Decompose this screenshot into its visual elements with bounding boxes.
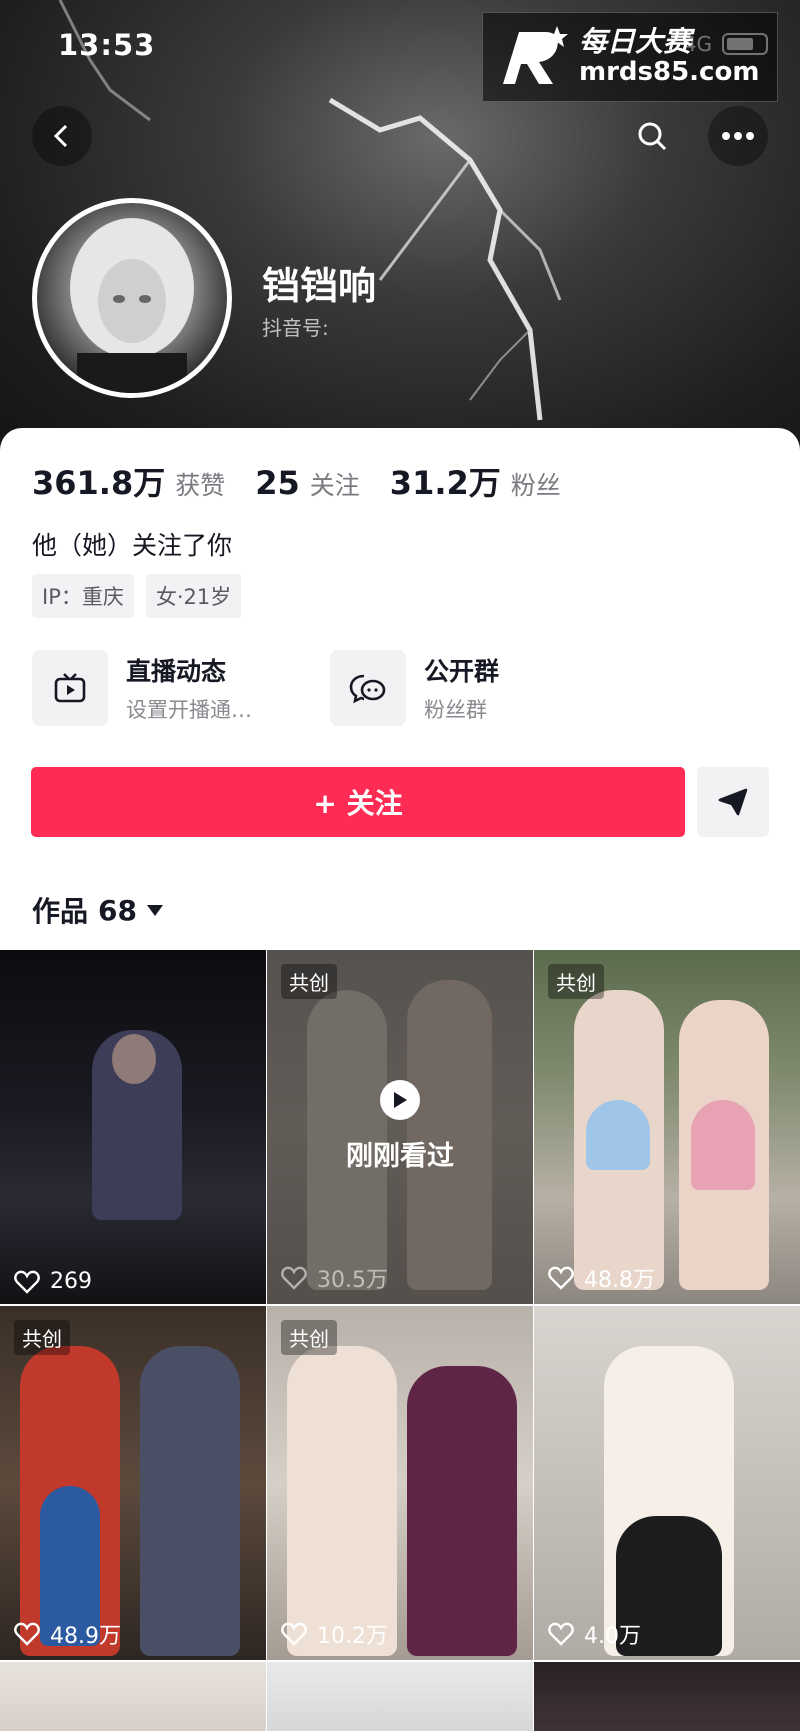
- stat-value: 25: [255, 464, 300, 502]
- more-dots-icon: [722, 132, 754, 140]
- gender-age-tag: 女·21岁: [145, 574, 242, 618]
- video-tile[interactable]: [267, 1662, 533, 1731]
- like-count: 30.5万: [281, 1262, 388, 1294]
- shortcut-title: 公开群: [424, 657, 500, 686]
- more-button[interactable]: [708, 106, 768, 166]
- douyin-id[interactable]: 抖音号:: [262, 312, 329, 341]
- like-count: 10.2万: [281, 1618, 388, 1650]
- profile-card: 361.8万 获赞 25 关注 31.2万 粉丝 他（她）关注了你 IP：重庆 …: [0, 428, 800, 1731]
- stat-value: 361.8万: [32, 464, 166, 502]
- caret-down-icon: [146, 904, 163, 916]
- like-count: 48.8万: [548, 1262, 655, 1294]
- ip-tag: IP：重庆: [32, 574, 134, 618]
- recently-viewed-label: 刚刚看过: [346, 1141, 454, 1172]
- profile-tags: IP：重庆 女·21岁: [32, 574, 242, 618]
- heart-icon: [548, 1622, 574, 1646]
- stat-label: 关注: [309, 471, 360, 500]
- heart-icon: [281, 1622, 307, 1646]
- profile-page: 13:53 4G 每日大赛 mrds85.com: [0, 0, 800, 1731]
- heart-icon: [14, 1270, 40, 1294]
- stat-likes[interactable]: 361.8万 获赞: [32, 458, 225, 504]
- recently-viewed-overlay: 刚刚看过: [267, 1080, 533, 1173]
- nickname: 铛铛响: [262, 264, 377, 308]
- watermark-logo: [495, 22, 573, 92]
- like-value: 30.5万: [317, 1268, 388, 1293]
- search-button[interactable]: [622, 106, 682, 166]
- follow-button[interactable]: + 关注: [31, 767, 685, 837]
- like-count: 269: [14, 1269, 92, 1294]
- follows-you-note: 他（她）关注了你: [32, 531, 233, 560]
- co-create-badge: 共创: [281, 1320, 337, 1355]
- share-button[interactable]: [697, 767, 769, 837]
- watermark-url: mrds85.com: [579, 57, 760, 88]
- co-create-badge: 共创: [281, 964, 337, 999]
- shortcut-subtitle: 设置开播通…: [126, 698, 252, 722]
- stat-label: 粉丝: [510, 471, 561, 500]
- profile-shortcuts: 直播动态 设置开播通… 公开群 粉丝群: [32, 650, 628, 726]
- stat-following[interactable]: 25 关注: [255, 464, 360, 502]
- video-tile[interactable]: 共创 刚刚看过 30.5万: [267, 950, 533, 1304]
- works-label: 作品: [32, 895, 89, 928]
- back-button[interactable]: [32, 106, 92, 166]
- tv-icon: [32, 650, 108, 726]
- video-tile[interactable]: 共创 48.9万: [0, 1306, 266, 1660]
- video-tile[interactable]: [534, 1662, 800, 1731]
- video-tile[interactable]: 共创 10.2万: [267, 1306, 533, 1660]
- avatar[interactable]: [32, 198, 232, 398]
- works-tab[interactable]: 作品 68: [32, 890, 163, 930]
- profile-stats: 361.8万 获赞 25 关注 31.2万 粉丝: [32, 458, 591, 504]
- shortcut-title: 直播动态: [126, 657, 227, 686]
- works-count: 68: [98, 893, 137, 927]
- like-value: 4.0万: [584, 1624, 641, 1649]
- stat-value: 31.2万: [389, 464, 501, 502]
- stat-followers[interactable]: 31.2万 粉丝: [390, 458, 561, 504]
- like-value: 269: [50, 1269, 92, 1294]
- video-tile[interactable]: 共创 48.8万: [534, 950, 800, 1304]
- video-tile[interactable]: 4.0万: [534, 1306, 800, 1660]
- live-updates-shortcut[interactable]: 直播动态 设置开播通…: [32, 650, 330, 726]
- status-time: 13:53: [58, 28, 156, 62]
- heart-icon: [548, 1266, 574, 1290]
- stat-label: 获赞: [175, 471, 226, 500]
- chevron-left-icon: [53, 124, 68, 148]
- watermark: 每日大赛 mrds85.com: [482, 12, 778, 102]
- like-count: 48.9万: [14, 1618, 121, 1650]
- shortcut-subtitle: 粉丝群: [424, 698, 487, 722]
- like-count: 4.0万: [548, 1618, 641, 1650]
- public-group-shortcut[interactable]: 公开群 粉丝群: [330, 650, 628, 726]
- co-create-badge: 共创: [548, 964, 604, 999]
- video-tile[interactable]: [0, 1662, 266, 1731]
- heart-icon: [14, 1622, 40, 1646]
- like-value: 10.2万: [317, 1624, 388, 1649]
- video-tile[interactable]: 269: [0, 950, 266, 1304]
- play-icon: [380, 1080, 420, 1120]
- profile-cover: 13:53 4G 每日大赛 mrds85.com: [0, 0, 800, 460]
- follow-button-label: + 关注: [313, 787, 403, 820]
- like-value: 48.9万: [50, 1624, 121, 1649]
- search-icon: [638, 122, 667, 151]
- heart-icon: [281, 1266, 307, 1290]
- watermark-title: 每日大赛: [579, 25, 692, 59]
- group-chat-icon: [330, 650, 406, 726]
- like-value: 48.8万: [584, 1268, 655, 1293]
- works-grid: 269 共创 刚刚看过 30.5万 共创 48.8万 共创 48.9万 共创 1…: [0, 950, 800, 1731]
- send-icon: [718, 788, 748, 816]
- co-create-badge: 共创: [14, 1320, 70, 1355]
